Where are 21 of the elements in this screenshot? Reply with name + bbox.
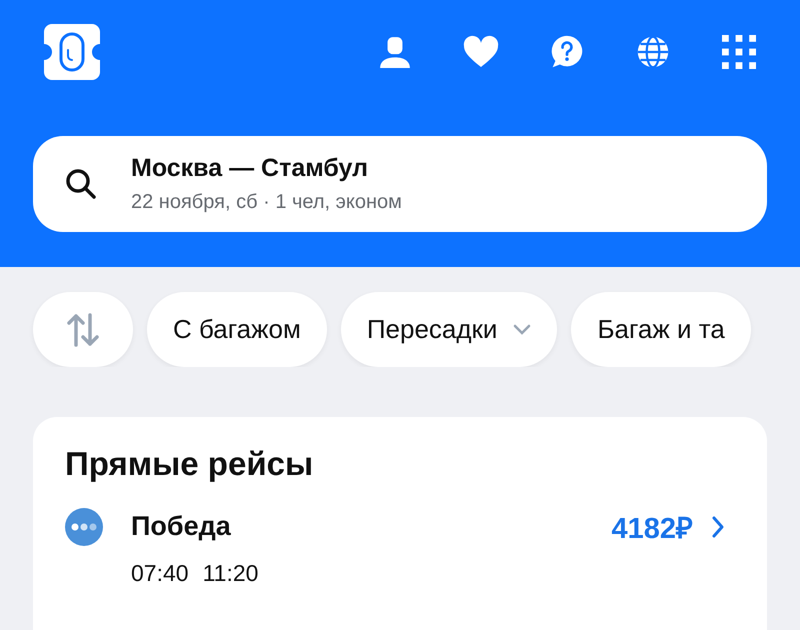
filter-chip[interactable]: Багаж и та <box>571 292 751 367</box>
caret-icon <box>513 324 532 336</box>
arrival-time: 11:20 <box>202 560 258 587</box>
airline-logo-icon <box>65 508 103 546</box>
logo-icon[interactable] <box>44 24 100 80</box>
price-link[interactable]: 4182₽ <box>611 507 693 546</box>
departure-time: 07:40 <box>131 560 189 587</box>
route-text: Москва — Стамбул <box>131 154 369 183</box>
chevron-icon[interactable] <box>711 514 725 538</box>
heart-icon[interactable] <box>463 34 499 68</box>
globe-icon[interactable] <box>635 34 671 68</box>
search-details: 22 ноября, сб · 1 чел, эконом <box>131 191 402 214</box>
filter-chip[interactable]: С багажом <box>147 292 327 367</box>
help-icon[interactable] <box>549 34 585 68</box>
sort-icon <box>66 312 100 346</box>
search-field[interactable]: Москва — Стамбул 22 ноября, сб · 1 чел, эконом <box>33 136 767 232</box>
airline-name: Победа <box>131 511 232 542</box>
filter-dropdown[interactable]: Пересадки <box>340 292 558 367</box>
profile-icon[interactable] <box>377 34 413 68</box>
section-title: Прямые рейсы <box>65 445 314 483</box>
grid-icon[interactable] <box>721 34 757 68</box>
